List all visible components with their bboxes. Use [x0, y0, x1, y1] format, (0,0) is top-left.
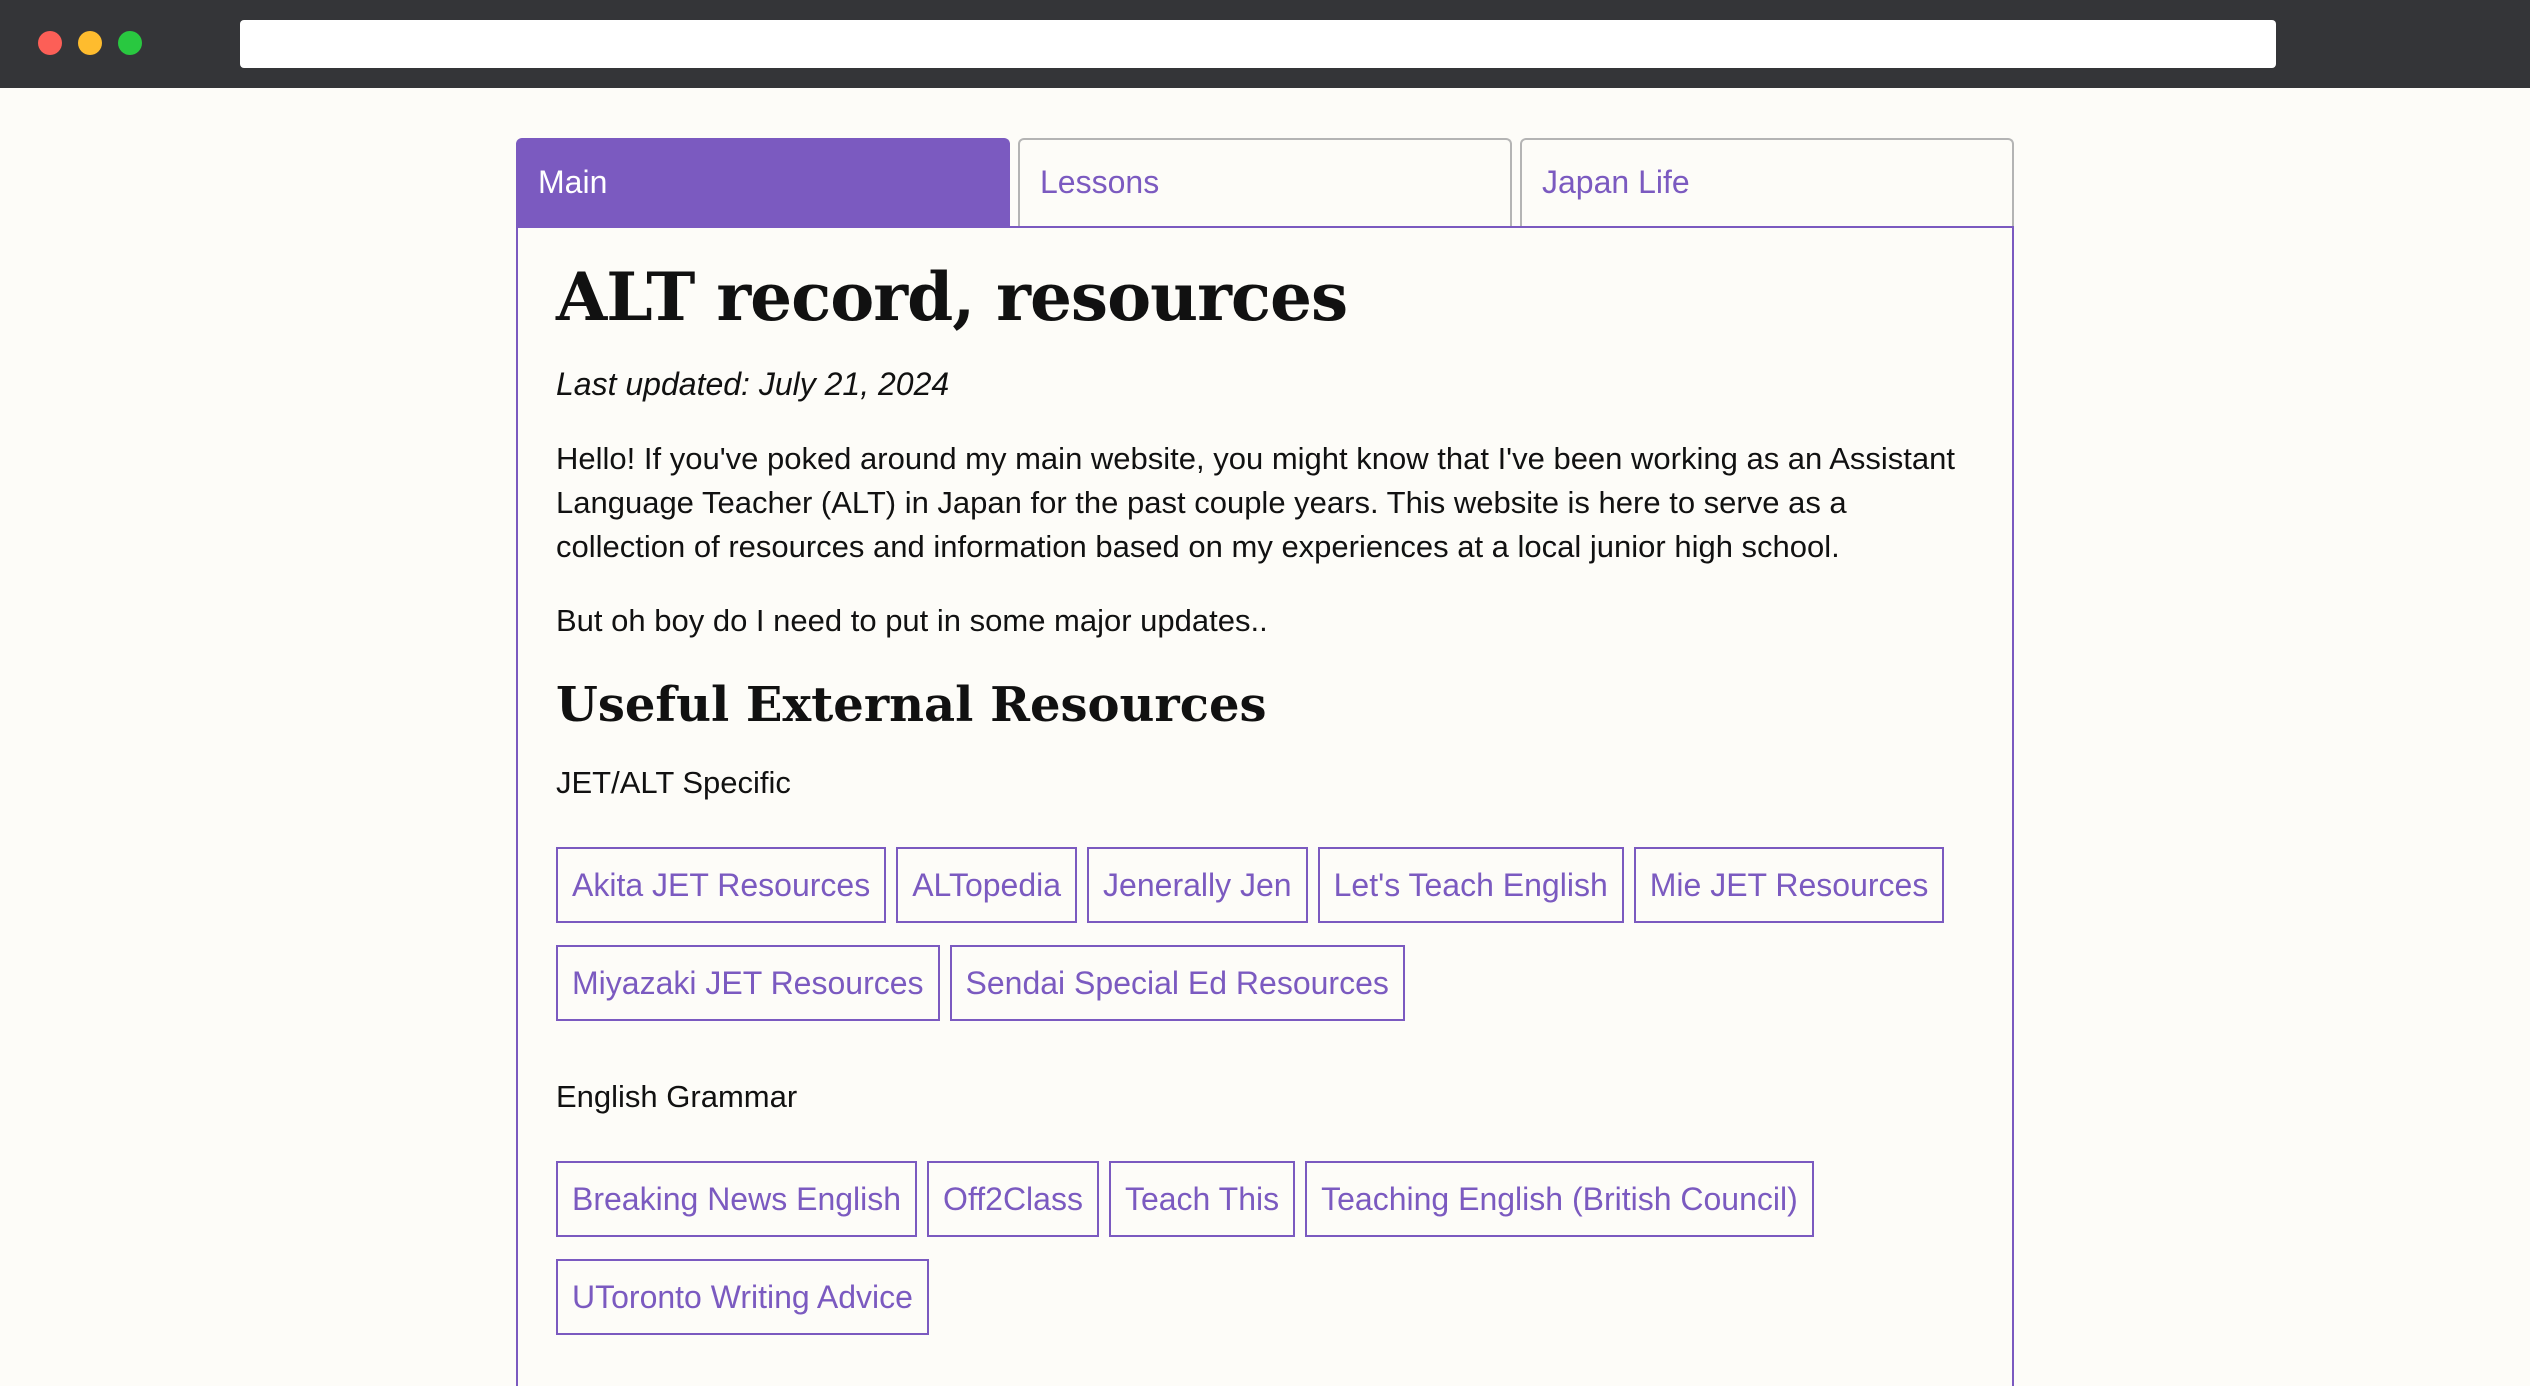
- link-teach-this[interactable]: Teach This: [1108, 1161, 1296, 1237]
- group-label-english-grammar: English Grammar: [556, 1079, 798, 1114]
- address-bar[interactable]: [240, 20, 2276, 68]
- tab-lessons[interactable]: Lessons: [1018, 138, 1512, 226]
- last-updated: Last updated: July 21, 2024: [556, 366, 950, 402]
- link-off2class[interactable]: Off2Class: [927, 1161, 1099, 1237]
- tab-bar: Main Lessons Japan Life: [516, 138, 2014, 226]
- minimize-window-button[interactable]: [78, 31, 102, 55]
- tab-main[interactable]: Main: [516, 138, 1010, 226]
- close-window-button[interactable]: [38, 31, 62, 55]
- link-akita-jet-resources[interactable]: Akita JET Resources: [556, 847, 887, 923]
- intro-paragraph: Hello! If you've poked around my main we…: [556, 441, 1955, 564]
- maximize-window-button[interactable]: [118, 31, 142, 55]
- jet-alt-links: Akita JET Resources ALTopedia Jenerally …: [556, 847, 1956, 1021]
- group-label-jet-alt: JET/ALT Specific: [556, 765, 791, 800]
- link-mie-jet-resources[interactable]: Mie JET Resources: [1633, 847, 1945, 923]
- link-breaking-news-english[interactable]: Breaking News English: [556, 1161, 918, 1237]
- english-grammar-links: Breaking News English Off2Class Teach Th…: [556, 1161, 1956, 1335]
- link-utoronto-writing-advice[interactable]: UToronto Writing Advice: [556, 1259, 929, 1335]
- browser-titlebar: [0, 0, 2530, 88]
- content-panel: ALT record, resources Last updated: July…: [516, 226, 2014, 1386]
- resources-heading: Useful External Resources: [556, 677, 1267, 733]
- link-sendai-special-ed-resources[interactable]: Sendai Special Ed Resources: [949, 945, 1405, 1021]
- page-container: Main Lessons Japan Life ALT record, reso…: [516, 138, 2014, 1386]
- link-jenerally-jen[interactable]: Jenerally Jen: [1087, 847, 1308, 923]
- page-title: ALT record, resources: [556, 258, 1348, 336]
- link-altopedia[interactable]: ALTopedia: [896, 847, 1078, 923]
- link-lets-teach-english[interactable]: Let's Teach English: [1317, 847, 1624, 923]
- tab-japan-life[interactable]: Japan Life: [1520, 138, 2014, 226]
- update-note: But oh boy do I need to put in some majo…: [556, 603, 1268, 638]
- link-teaching-english-british-council[interactable]: Teaching English (British Council): [1305, 1161, 1814, 1237]
- link-miyazaki-jet-resources[interactable]: Miyazaki JET Resources: [556, 945, 940, 1021]
